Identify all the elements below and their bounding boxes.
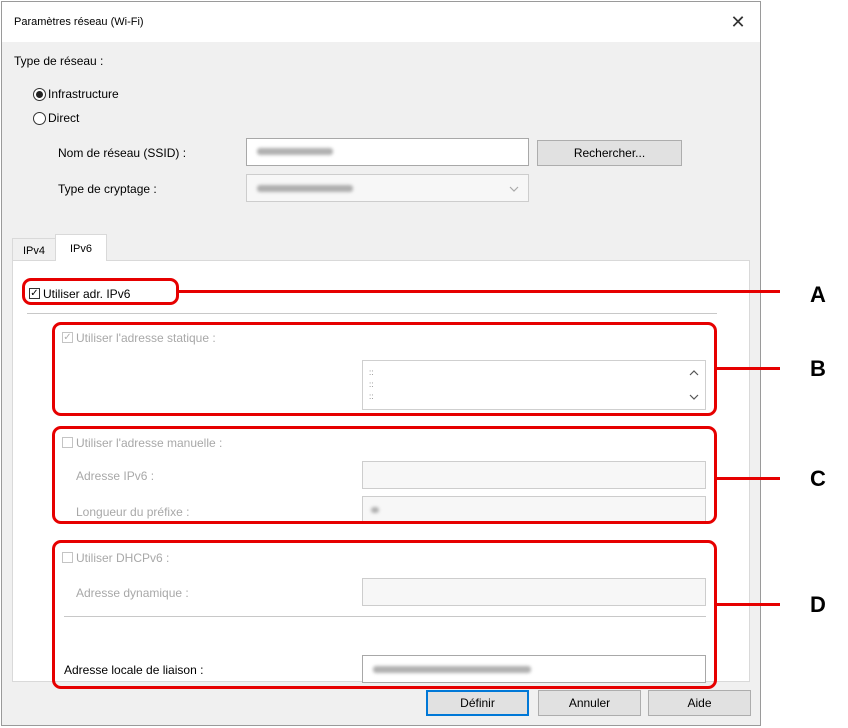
ssid-label: Nom de réseau (SSID) :	[58, 146, 187, 160]
annotation-label-b: B	[810, 356, 826, 381]
chevron-down-icon	[509, 186, 519, 192]
search-button[interactable]: Rechercher...	[537, 140, 682, 166]
annotation-line-b	[716, 367, 780, 370]
encryption-value-redacted	[257, 185, 353, 192]
cancel-button[interactable]: Annuler	[538, 690, 641, 716]
tab-ipv4[interactable]: IPv4	[12, 238, 56, 262]
encryption-label: Type de cryptage :	[58, 182, 157, 196]
divider	[27, 313, 717, 314]
annotation-line-c	[716, 477, 780, 480]
annotation-box-a	[22, 278, 179, 305]
define-button[interactable]: Définir	[426, 690, 529, 716]
annotation-label-c: C	[810, 466, 826, 491]
radio-direct[interactable]	[33, 112, 46, 125]
network-type-label: Type de réseau :	[14, 54, 104, 68]
radio-infrastructure[interactable]	[33, 88, 46, 101]
close-icon[interactable]: ✕	[726, 10, 750, 34]
ssid-field[interactable]	[246, 138, 529, 166]
title-bar: Paramètres réseau (Wi-Fi) ✕	[2, 2, 760, 42]
window-title: Paramètres réseau (Wi-Fi)	[14, 16, 144, 28]
annotation-box-c	[52, 426, 717, 524]
annotation-box-b	[52, 322, 717, 416]
annotation-box-d	[52, 540, 717, 689]
ssid-value-redacted	[257, 148, 333, 155]
radio-infrastructure-label[interactable]: Infrastructure	[48, 87, 119, 101]
annotation-label-a: A	[810, 282, 826, 307]
tab-ipv6[interactable]: IPv6	[55, 234, 107, 261]
annotation-line-a	[178, 290, 780, 293]
encryption-select[interactable]	[246, 174, 529, 202]
help-button[interactable]: Aide	[648, 690, 751, 716]
radio-direct-label[interactable]: Direct	[48, 111, 79, 125]
annotation-line-d	[716, 603, 780, 606]
annotation-label-d: D	[810, 592, 826, 617]
